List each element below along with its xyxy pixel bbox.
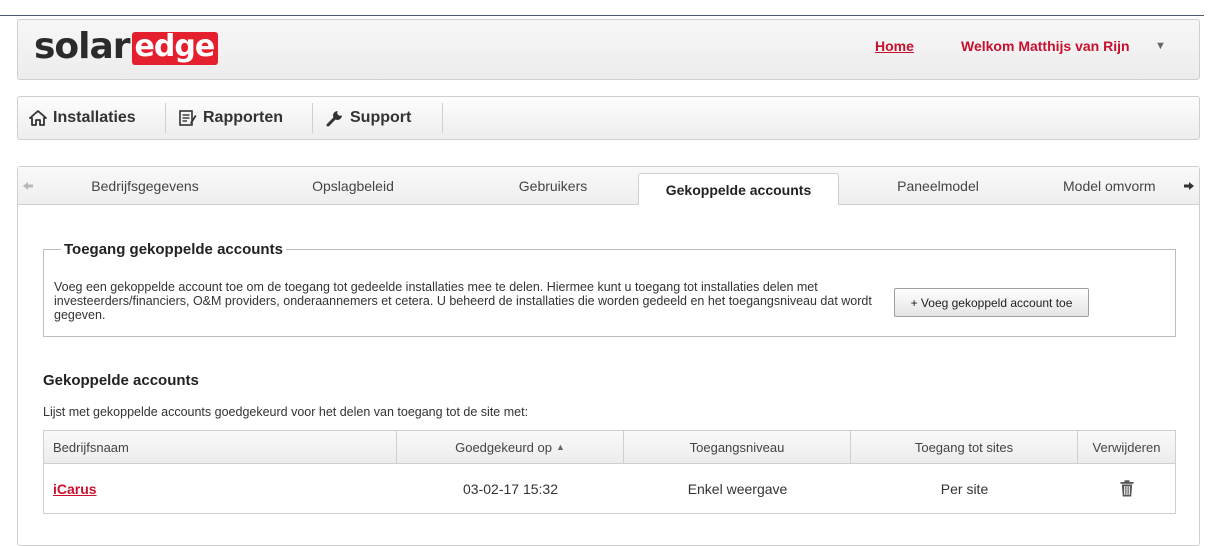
- column-header-approved-on[interactable]: Goedgekeurd op ▲: [397, 431, 624, 463]
- top-divider: [0, 15, 1204, 16]
- nav-label-rapporten: Rapporten: [203, 109, 283, 126]
- cell-delete: [1078, 464, 1175, 513]
- nav-divider: [165, 103, 166, 133]
- cell-company: iCarus: [44, 464, 397, 513]
- nav-label-installaties: Installaties: [53, 109, 136, 126]
- column-header-delete[interactable]: Verwijderen: [1078, 431, 1175, 463]
- column-header-access-level[interactable]: Toegangsniveau: [624, 431, 851, 463]
- access-description: Voeg een gekoppelde account toe om de to…: [54, 280, 872, 322]
- column-header-site-access[interactable]: Toegang tot sites: [851, 431, 1078, 463]
- user-menu[interactable]: Welkom Matthijs van Rijn: [961, 38, 1130, 54]
- linked-accounts-access-box: Toegang gekoppelde accounts Voeg een gek…: [43, 241, 1176, 337]
- logo-part-edge: edge: [131, 32, 219, 65]
- access-legend: Toegang gekoppelde accounts: [64, 241, 283, 258]
- tab-gekoppelde-accounts[interactable]: Gekoppelde accounts: [638, 173, 839, 205]
- accounts-description: Lijst met gekoppelde accounts goedgekeur…: [43, 405, 529, 419]
- tab-opslagbeleid[interactable]: Opslagbeleid: [268, 167, 438, 204]
- sort-ascending-icon: ▲: [555, 442, 565, 452]
- add-linked-account-button[interactable]: + Voeg gekoppeld account toe: [894, 288, 1089, 317]
- logo-part-solar: solar: [34, 26, 131, 67]
- linked-accounts-table: Bedrijfsnaam Goedgekeurd op ▲ Toegangsniv…: [43, 430, 1176, 514]
- tab-bedrijfsgegevens[interactable]: Bedrijfsgegevens: [50, 167, 240, 204]
- cell-approved-on: 03-02-17 15:32: [463, 480, 558, 497]
- accounts-title: Gekoppelde accounts: [43, 372, 199, 389]
- tab-gebruikers[interactable]: Gebruikers: [468, 167, 638, 204]
- home-icon: [28, 108, 48, 128]
- cell-site-access: Per site: [940, 480, 989, 497]
- scroll-left-icon[interactable]: [18, 167, 38, 204]
- nav-divider: [442, 103, 443, 133]
- nav-item-installaties[interactable]: Installaties: [28, 97, 136, 139]
- report-icon: [178, 108, 198, 128]
- table-row: iCarus 03-02-17 15:32 Enkel weergave Per…: [44, 464, 1175, 513]
- main-nav: Installaties Rapporten Support: [17, 96, 1200, 140]
- wrench-icon: [325, 108, 345, 128]
- home-link[interactable]: Home: [875, 38, 914, 54]
- nav-item-rapporten[interactable]: Rapporten: [178, 97, 283, 139]
- nav-item-support[interactable]: Support: [325, 97, 411, 139]
- cell-access-level: Enkel weergave: [687, 480, 788, 497]
- column-header-company[interactable]: Bedrijfsnaam: [44, 431, 397, 463]
- user-menu-caret-icon[interactable]: ▼: [1155, 40, 1166, 52]
- nav-label-support: Support: [350, 109, 412, 126]
- app-header: solar edge Home Welkom Matthijs van Rijn…: [17, 19, 1200, 80]
- settings-panel: Bedrijfsgegevens Opslagbeleid Gebruikers…: [17, 166, 1200, 546]
- table-header: Bedrijfsnaam Goedgekeurd op ▲ Toegangsniv…: [44, 431, 1175, 464]
- company-link[interactable]: iCarus: [53, 481, 97, 497]
- scroll-right-icon[interactable]: [1179, 167, 1199, 204]
- tab-paneelmodel[interactable]: Paneelmodel: [853, 167, 1023, 204]
- tab-strip: Bedrijfsgegevens Opslagbeleid Gebruikers…: [18, 167, 1199, 205]
- solaredge-logo[interactable]: solar edge: [34, 26, 219, 67]
- tab-model-omvormer[interactable]: Model omvorm: [1063, 167, 1178, 204]
- nav-divider: [312, 103, 313, 133]
- trash-icon[interactable]: [1120, 480, 1134, 497]
